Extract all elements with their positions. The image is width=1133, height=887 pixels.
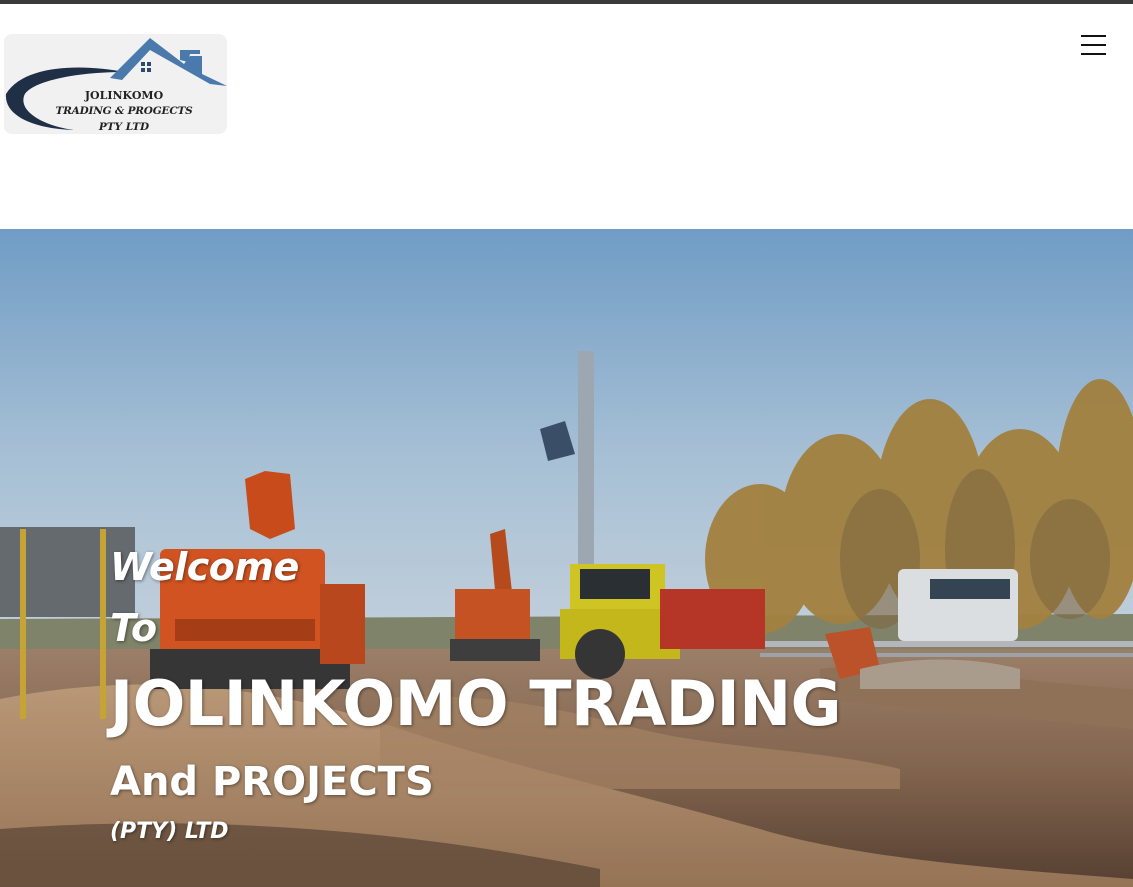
menu-bar [1081,35,1106,37]
hero-subtitle: And PROJECTS [110,759,434,805]
house-logo-icon [5,38,227,130]
hero-tagline: (PTY) LTD [110,819,229,844]
hero-title: JOLINKOMO TRADING [110,667,842,740]
logo-text-trading: TRADING & PROGECTS [55,105,193,117]
menu-bar [1081,44,1106,46]
hero-banner: Welcome To JOLINKOMO TRADING And PROJECT… [0,229,1133,887]
site-header: JOLINKOMO TRADING & PROGECTS PTY LTD [0,4,1133,229]
hero-welcome-text: Welcome [110,545,299,589]
menu-bar [1081,53,1106,55]
company-logo[interactable]: JOLINKOMO TRADING & PROGECTS PTY LTD [4,34,227,134]
logo-text-pty: PTY LTD [98,121,150,133]
logo-text-name: JOLINKOMO [84,89,164,102]
hamburger-menu-icon[interactable] [1081,34,1107,56]
hero-to-text: To [110,606,158,650]
